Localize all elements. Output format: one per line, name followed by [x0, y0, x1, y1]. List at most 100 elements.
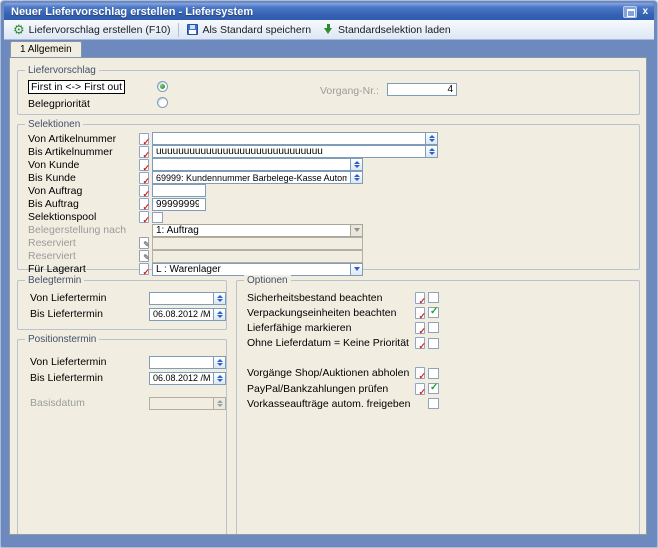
vorgang-nr-input[interactable]: [387, 83, 457, 96]
bis-kunde-input[interactable]: [152, 171, 350, 184]
row-reserviert-2: Reserviert: [28, 250, 639, 263]
check-doc-icon[interactable]: [415, 322, 425, 334]
option-verpackungseinheiten: Verpackungseinheiten beachten: [247, 305, 639, 320]
von-kunde-input[interactable]: [152, 158, 350, 171]
group-liefervorschlag: Liefervorschlag First in <-> First out B…: [17, 70, 640, 115]
bis-artikelnummer-label: Bis Artikelnummer: [28, 146, 139, 158]
von-artikelnummer-input[interactable]: [152, 132, 425, 145]
vorgaenge-shop-checkbox[interactable]: [428, 368, 439, 379]
option-label: Vorkasseaufträge autom. freigeben: [247, 398, 415, 410]
spinner-button[interactable]: [213, 308, 226, 321]
option-label: Lieferfähige markieren: [247, 322, 415, 334]
load-default-selection-button[interactable]: Standardselektion laden: [317, 21, 457, 39]
beleg-von-liefertermin-input[interactable]: [149, 292, 213, 305]
titlebar[interactable]: Neuer Liefervorschlag erstellen - Liefer…: [4, 3, 654, 20]
check-doc-icon[interactable]: [415, 337, 425, 349]
check-doc-icon[interactable]: [139, 211, 149, 223]
spinner-button[interactable]: [213, 372, 226, 385]
spinner-button[interactable]: [213, 356, 226, 369]
option-ohne-lieferdatum: Ohne Lieferdatum = Keine Priorität: [247, 336, 639, 351]
check-doc-icon[interactable]: [139, 198, 149, 210]
dialog-window: Neuer Liefervorschlag erstellen - Liefer…: [0, 0, 658, 548]
von-auftrag-label: Von Auftrag: [28, 185, 139, 197]
group-selektionen: Selektionen Von Artikelnummer Bis Artike…: [17, 124, 640, 270]
save-as-default-button[interactable]: Als Standard speichern: [181, 21, 317, 39]
edit-doc-icon: [139, 250, 149, 262]
check-doc-icon[interactable]: [139, 146, 149, 158]
content-panel: Liefervorschlag First in <-> First out B…: [9, 57, 647, 535]
check-doc-icon[interactable]: [415, 367, 425, 379]
first-in-first-out-radio[interactable]: [157, 81, 168, 92]
pos-bis-liefertermin-input[interactable]: [149, 372, 213, 385]
row-pos-bis-liefertermin: Bis Liefertermin: [30, 370, 226, 386]
check-doc-icon[interactable]: [415, 383, 425, 395]
dropdown-arrow-icon[interactable]: [350, 263, 363, 276]
check-doc-icon[interactable]: [139, 133, 149, 145]
group-optionen-legend: Optionen: [244, 275, 291, 286]
row-von-artikelnummer: Von Artikelnummer: [28, 132, 639, 145]
group-positionstermin: Positionstermin Von Liefertermin Bis Lie…: [17, 339, 227, 535]
group-selektionen-legend: Selektionen: [25, 119, 83, 130]
row-pos-von-liefertermin: Von Liefertermin: [30, 354, 226, 370]
selektionspool-checkbox[interactable]: [152, 212, 163, 223]
paypal-bankzahlungen-checkbox[interactable]: [428, 383, 439, 394]
check-doc-icon[interactable]: [139, 263, 149, 275]
verpackungseinheiten-checkbox[interactable]: [428, 307, 439, 318]
check-doc-icon[interactable]: [415, 307, 425, 319]
close-window-icon[interactable]: x: [642, 6, 648, 18]
belegprioritaet-radio[interactable]: [157, 97, 168, 108]
check-doc-icon[interactable]: [139, 159, 149, 171]
download-arrow-icon: [323, 24, 334, 36]
von-auftrag-input[interactable]: [152, 184, 206, 197]
spinner-button[interactable]: [350, 171, 363, 184]
reserviert-input-2: [152, 250, 363, 263]
belegerstellung-nach-label: Belegerstellung nach: [28, 224, 139, 236]
tab-allgemein[interactable]: 1 Allgemein: [10, 41, 82, 57]
selektionspool-label: Selektionspool: [28, 211, 139, 223]
check-doc-icon[interactable]: [139, 185, 149, 197]
toolbar-separator: [178, 23, 179, 37]
window-title: Neuer Liefervorschlag erstellen - Liefer…: [4, 6, 623, 18]
lieferfaehige-checkbox[interactable]: [428, 322, 439, 333]
reserviert-label: Reserviert: [28, 250, 139, 262]
bis-artikelnummer-input[interactable]: [152, 145, 425, 158]
option-lieferfaehige: Lieferfähige markieren: [247, 320, 639, 335]
option-label: Ohne Lieferdatum = Keine Priorität: [247, 337, 415, 349]
beleg-bis-liefertermin-input[interactable]: [149, 308, 213, 321]
group-belegtermin-legend: Belegtermin: [25, 275, 84, 286]
spinner-button[interactable]: [425, 132, 438, 145]
vorkasseauftraege-checkbox[interactable]: [428, 398, 439, 409]
row-reserviert-1: Reserviert: [28, 237, 639, 250]
spinner-button[interactable]: [213, 292, 226, 305]
check-doc-icon[interactable]: [139, 172, 149, 184]
row-basisdatum: Basisdatum: [30, 395, 226, 411]
reserviert-label: Reserviert: [28, 237, 139, 249]
bis-auftrag-label: Bis Auftrag: [28, 198, 139, 210]
bis-auftrag-input[interactable]: [152, 198, 206, 211]
row-selektionspool: Selektionspool: [28, 211, 639, 224]
bis-liefertermin-label: Bis Liefertermin: [30, 308, 149, 320]
bis-kunde-label: Bis Kunde: [28, 172, 139, 184]
row-bis-kunde: Bis Kunde: [28, 171, 639, 184]
option-vorgaenge-shop: Vorgänge Shop/Auktionen abholen: [247, 366, 639, 381]
sicherheitsbestand-checkbox[interactable]: [428, 292, 439, 303]
von-kunde-label: Von Kunde: [28, 159, 139, 171]
group-belegtermin: Belegtermin Von Liefertermin Bis Liefert…: [17, 280, 227, 330]
load-default-selection-label: Standardselektion laden: [338, 24, 451, 36]
spinner-button[interactable]: [350, 158, 363, 171]
restore-window-icon[interactable]: [623, 6, 637, 18]
first-in-first-out-label: First in <-> First out: [28, 80, 125, 94]
check-doc-icon[interactable]: [415, 292, 425, 304]
spinner-button[interactable]: [425, 145, 438, 158]
pos-von-liefertermin-input[interactable]: [149, 356, 213, 369]
ohne-lieferdatum-checkbox[interactable]: [428, 338, 439, 349]
von-artikelnummer-label: Von Artikelnummer: [28, 133, 139, 145]
create-delivery-proposal-button[interactable]: ⚙ Liefervorschlag erstellen (F10): [7, 21, 176, 39]
group-liefervorschlag-legend: Liefervorschlag: [25, 65, 99, 76]
option-vorkasseauftraege: Vorkasseaufträge autom. freigeben: [247, 396, 639, 411]
von-liefertermin-label: Von Liefertermin: [30, 292, 149, 304]
row-von-kunde: Von Kunde: [28, 158, 639, 171]
option-label: Sicherheitsbestand beachten: [247, 292, 415, 304]
main-area: 1 Allgemein Liefervorschlag First in <->…: [4, 40, 654, 545]
toolbar: ⚙ Liefervorschlag erstellen (F10) Als St…: [4, 20, 654, 40]
